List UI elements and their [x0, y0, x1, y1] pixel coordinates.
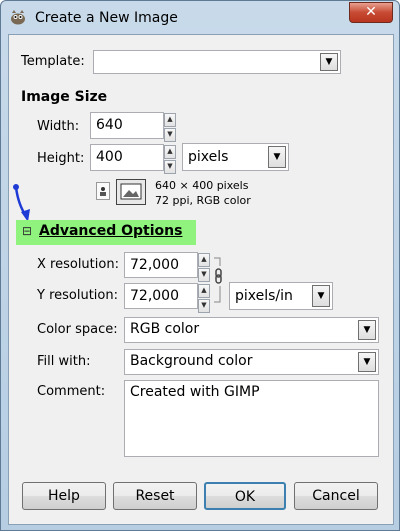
window-title: Create a New Image [35, 10, 178, 26]
chevron-down-icon[interactable]: ▼ [312, 285, 330, 307]
width-label: Width: [37, 119, 80, 134]
size-unit-combo[interactable]: pixels ▼ [182, 143, 289, 171]
spin-down-icon[interactable]: ▼ [164, 160, 176, 174]
template-label: Template: [21, 54, 85, 69]
resolution-unit-combo[interactable]: pixels/in ▼ [229, 282, 333, 310]
portrait-icon[interactable] [96, 182, 110, 200]
chevron-down-icon[interactable]: ▼ [358, 352, 376, 372]
spin-up-icon[interactable]: ▲ [198, 253, 210, 267]
chain-link-icon[interactable] [212, 256, 224, 306]
advanced-options-expander[interactable]: ⊟ Advanced Options [16, 220, 196, 245]
collapse-toggle-icon[interactable]: ⊟ [22, 224, 32, 238]
spin-down-icon[interactable]: ▼ [198, 268, 210, 282]
spin-up-icon[interactable]: ▲ [198, 284, 210, 298]
height-input[interactable]: 400 [90, 144, 164, 171]
height-spinner[interactable]: ▲ ▼ [164, 145, 176, 175]
ok-button[interactable]: OK [204, 482, 286, 510]
color-space-combo[interactable]: RGB color ▼ [124, 317, 379, 343]
chevron-down-icon[interactable]: ▼ [268, 146, 286, 168]
cancel-button[interactable]: Cancel [294, 482, 378, 510]
y-resolution-input[interactable]: 72,000 [124, 283, 198, 309]
close-button[interactable]: ✕ [349, 2, 393, 23]
advanced-options-heading[interactable]: Advanced Options [39, 223, 182, 239]
comment-label: Comment: [37, 384, 106, 399]
chevron-down-icon[interactable]: ▼ [358, 320, 376, 340]
resolution-unit-value: pixels/in [235, 288, 293, 304]
y-resolution-spinner[interactable]: ▲ ▼ [198, 284, 210, 314]
width-input[interactable]: 640 [90, 112, 164, 139]
image-dimensions-info: 640 × 400 pixels [155, 179, 249, 192]
fill-with-combo[interactable]: Background color ▼ [124, 349, 379, 375]
gimp-app-icon [11, 10, 25, 25]
fill-with-value: Background color [130, 353, 253, 369]
spin-up-icon[interactable]: ▲ [164, 145, 176, 159]
spin-down-icon[interactable]: ▼ [198, 299, 210, 313]
landscape-icon[interactable] [116, 179, 146, 205]
image-size-heading: Image Size [21, 89, 108, 105]
color-space-label: Color space: [37, 322, 118, 337]
spin-down-icon[interactable]: ▼ [164, 128, 176, 142]
chevron-down-icon[interactable]: ▼ [320, 53, 338, 71]
reset-button[interactable]: Reset [113, 482, 197, 510]
height-label: Height: [37, 151, 85, 166]
comment-textarea[interactable]: Created with GIMP [124, 380, 379, 457]
color-space-value: RGB color [130, 321, 200, 337]
spin-up-icon[interactable]: ▲ [164, 113, 176, 127]
size-unit-value: pixels [188, 149, 229, 165]
template-combo[interactable]: ▼ [93, 50, 341, 74]
x-resolution-spinner[interactable]: ▲ ▼ [198, 253, 210, 283]
title-bar[interactable]: Create a New Image ✕ [1, 1, 399, 35]
image-resolution-info: 72 ppi, RGB color [155, 194, 251, 207]
y-resolution-label: Y resolution: [37, 288, 118, 303]
width-spinner[interactable]: ▲ ▼ [164, 113, 176, 143]
fill-with-label: Fill with: [37, 354, 91, 369]
help-button[interactable]: Help [22, 482, 106, 510]
x-resolution-label: X resolution: [37, 257, 119, 272]
x-resolution-input[interactable]: 72,000 [124, 252, 198, 278]
